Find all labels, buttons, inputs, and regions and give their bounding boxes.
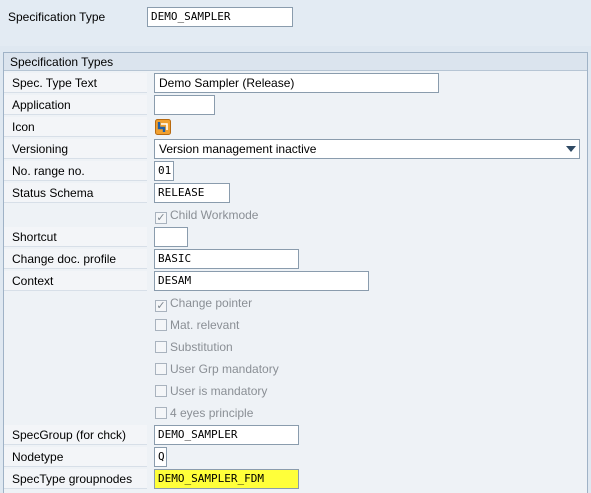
substitution-checkbox[interactable]: Substitution [155,338,233,356]
nodetype-field[interactable]: Q [154,447,167,467]
spec-type-text-field[interactable]: Demo Sampler (Release) [154,73,439,93]
versioning-value: Version management inactive [159,142,317,156]
spectype-groupnodes-field[interactable]: DEMO_SAMPLER_FDM [154,469,299,489]
spec-type-text-label: Spec. Type Text [4,73,147,93]
application-field[interactable] [154,95,215,115]
spectype-groupnodes-label: SpecType groupnodes [4,469,147,489]
spec-type-icon[interactable] [155,119,171,135]
child-workmode-checkbox[interactable]: ✓ Child Workmode [155,206,258,224]
icon-label: Icon [4,117,147,137]
checkmark-icon: ✓ [155,212,167,224]
specgroup-field[interactable]: DEMO_SAMPLER [154,425,299,445]
user-is-mandatory-label: User is mandatory [170,384,268,398]
shortcut-field[interactable] [154,227,188,247]
change-doc-label: Change doc. profile [4,249,147,269]
status-schema-label: Status Schema [4,183,147,203]
group-title: Specification Types [4,53,587,71]
nodetype-label: Nodetype [4,447,147,467]
application-label: Application [4,95,147,115]
specgroup-label: SpecGroup (for chck) [4,425,147,445]
shortcut-label: Shortcut [4,227,147,247]
versioning-label: Versioning [4,139,147,159]
substitution-label: Substitution [170,340,233,354]
header-area: Specification Type DEMO_SAMPLER [0,0,591,46]
context-label: Context [4,271,147,291]
status-schema-field[interactable]: RELEASE [154,183,230,203]
change-doc-field[interactable]: BASIC [154,249,299,269]
context-field[interactable]: DESAM [154,271,369,291]
four-eyes-label: 4 eyes principle [170,406,254,420]
child-workmode-label: Child Workmode [170,208,259,222]
mat-relevant-checkbox[interactable]: Mat. relevant [155,316,239,334]
no-range-field[interactable]: 01 [154,161,174,181]
mat-relevant-label: Mat. relevant [170,318,240,332]
no-range-label: No. range no. [4,161,147,181]
spec-type-label: Specification Type [8,10,106,24]
chevron-down-icon[interactable] [566,146,576,152]
user-is-mandatory-checkbox[interactable]: User is mandatory [155,382,267,400]
four-eyes-checkbox[interactable]: 4 eyes principle [155,404,253,422]
checkmark-icon: ✓ [155,300,167,312]
versioning-dropdown[interactable]: Version management inactive [154,139,580,159]
user-grp-mandatory-label: User Grp mandatory [170,362,279,376]
change-pointer-label: Change pointer [170,296,253,310]
user-grp-mandatory-checkbox[interactable]: User Grp mandatory [155,360,279,378]
spec-type-field[interactable]: DEMO_SAMPLER [147,7,293,27]
change-pointer-checkbox[interactable]: ✓ Change pointer [155,294,252,312]
